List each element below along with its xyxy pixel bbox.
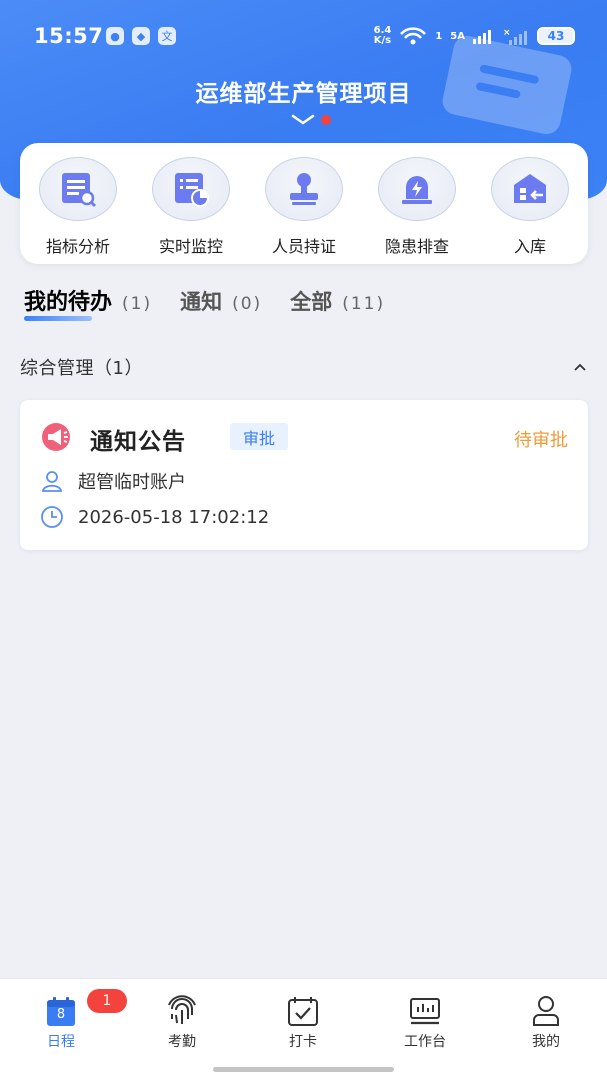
status-bar: 15:57 ● ◆ 文 6.4 K/s 1 5A × 43 xyxy=(0,0,607,72)
chat-app-icon: ● xyxy=(106,27,124,45)
nav-workbench[interactable]: 工作台 xyxy=(385,995,465,1051)
translate-app-icon: 文 xyxy=(158,27,176,45)
tab-notifications[interactable]: 通知 (0) xyxy=(180,286,262,316)
calendar-icon: 8 xyxy=(44,995,78,1027)
chart-doc-icon xyxy=(39,157,117,221)
nav-label: 工作台 xyxy=(404,1034,446,1050)
quick-item-label: 指标分析 xyxy=(45,237,110,256)
battery-icon: 43 xyxy=(537,27,575,45)
fingerprint-icon xyxy=(165,995,199,1027)
wifi-icon xyxy=(400,27,427,45)
quick-item-label: 隐患排查 xyxy=(384,237,449,256)
quick-item-indicator-analysis[interactable]: 指标分析 xyxy=(38,157,118,264)
tab-count: (0) xyxy=(232,294,263,314)
monitor-icon xyxy=(152,157,230,221)
calendar-check-icon xyxy=(286,995,320,1027)
quick-item-personnel-cert[interactable]: 人员持证 xyxy=(264,157,344,264)
person-icon xyxy=(529,995,563,1027)
task-tabs: 我的待办 (1) 通知 (0) 全部 (11) xyxy=(24,284,413,316)
user-icon xyxy=(41,471,63,492)
workbench-icon xyxy=(408,995,442,1027)
notification-dot xyxy=(321,115,331,125)
tab-my-todo[interactable]: 我的待办 (1) xyxy=(24,284,152,316)
nav-label: 考勤 xyxy=(168,1034,196,1050)
tab-label: 全部 xyxy=(290,290,333,314)
tab-label: 通知 xyxy=(180,290,223,314)
signal-icon xyxy=(473,30,491,44)
quick-item-label: 人员持证 xyxy=(271,237,336,256)
network-speed: 6.4 K/s xyxy=(373,25,392,46)
nav-label: 我的 xyxy=(532,1034,560,1050)
task-user-row: 超管临时账户 xyxy=(40,468,186,494)
tab-all[interactable]: 全部 (11) xyxy=(290,286,385,316)
nav-profile[interactable]: 我的 xyxy=(506,995,586,1051)
nav-schedule[interactable]: 8 日程 1 xyxy=(21,989,127,1051)
quick-item-realtime-monitor[interactable]: 实时监控 xyxy=(151,157,231,264)
task-user: 超管临时账户 xyxy=(78,472,186,493)
status-time: 15:57 xyxy=(34,24,104,48)
section-header[interactable]: 综合管理（1） xyxy=(20,353,588,381)
tab-label: 我的待办 xyxy=(24,290,113,315)
megaphone-icon xyxy=(42,423,70,451)
warehouse-in-icon xyxy=(491,157,569,221)
task-datetime: 2026-05-18 17:02:12 xyxy=(78,506,270,528)
task-status: 待审批 xyxy=(514,430,568,451)
task-type-tag: 审批 xyxy=(230,423,289,450)
task-title: 通知公告 xyxy=(90,429,186,455)
quick-item-label: 入库 xyxy=(513,237,546,256)
quick-item-label: 实时监控 xyxy=(158,237,223,256)
quick-menu: 指标分析 实时监控 人员持证 隐患排查 入库 xyxy=(20,143,588,264)
signal-type: 5A xyxy=(450,30,465,42)
wifi-level: 1 xyxy=(435,30,443,42)
calendar-day: 8 xyxy=(56,1007,66,1022)
tab-count: (1) xyxy=(122,294,153,314)
alarm-icon xyxy=(378,157,456,221)
notification-badge: 1 xyxy=(87,989,127,1013)
page-title: 运维部生产管理项目 xyxy=(195,81,412,107)
status-notification-icons: ● ◆ 文 xyxy=(106,27,176,45)
home-indicator[interactable] xyxy=(213,1067,394,1072)
nav-label: 打卡 xyxy=(289,1034,317,1050)
quick-item-stock-in[interactable]: 入库 xyxy=(490,157,570,264)
signal-off-icon: × xyxy=(503,28,527,45)
status-right: 6.4 K/s 1 5A × 43 xyxy=(374,26,575,46)
active-tab-indicator xyxy=(24,316,92,321)
svg-text:×: × xyxy=(503,28,511,38)
chevron-down-icon xyxy=(291,114,315,125)
stamp-icon xyxy=(265,157,343,221)
cloud-app-icon: ◆ xyxy=(132,27,150,45)
section-title: 综合管理（1） xyxy=(20,358,143,379)
chevron-up-icon[interactable] xyxy=(572,359,588,375)
nav-label: 日程 xyxy=(47,1034,75,1050)
quick-item-hazard-check[interactable]: 隐患排查 xyxy=(377,157,457,264)
task-time-row: 2026-05-18 17:02:12 xyxy=(40,505,269,529)
expand-toggle[interactable] xyxy=(290,112,331,128)
bottom-nav: 8 日程 1 考勤 打卡 工作台 我的 xyxy=(0,978,607,1080)
clock-icon xyxy=(41,506,63,528)
tab-count: (11) xyxy=(342,294,386,314)
nav-attendance[interactable]: 考勤 xyxy=(142,995,222,1051)
nav-clock-in[interactable]: 打卡 xyxy=(263,995,343,1051)
